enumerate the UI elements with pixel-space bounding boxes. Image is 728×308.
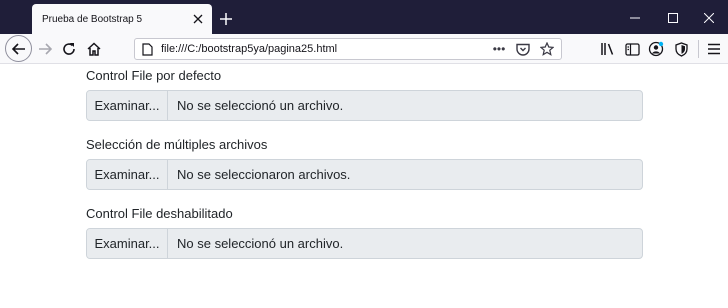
- minimize-icon[interactable]: [625, 8, 645, 28]
- toolbar-divider: [698, 40, 699, 58]
- tab-strip: Prueba de Bootstrap 5: [0, 0, 728, 34]
- browse-button[interactable]: Examinar...: [87, 91, 168, 120]
- browse-button[interactable]: Examinar...: [87, 160, 168, 189]
- file-status-text: No se seleccionó un archivo.: [177, 98, 344, 113]
- file-input-default[interactable]: Examinar... No se seleccionó un archivo.: [86, 90, 643, 121]
- library-icon[interactable]: [596, 37, 620, 61]
- url-text[interactable]: file:///C:/bootstrap5ya/pagina25.html: [161, 43, 491, 55]
- page-actions-menu-icon[interactable]: •••: [491, 41, 507, 57]
- file-label-default: Control File por defecto: [86, 68, 222, 83]
- browse-button-disabled: Examinar...: [87, 229, 168, 258]
- page-content: Control File por defecto Examinar... No …: [0, 64, 728, 308]
- new-tab-plus-icon[interactable]: [216, 9, 236, 29]
- tab-title: Prueba de Bootstrap 5: [42, 13, 143, 25]
- page-icon: [142, 42, 154, 56]
- navigation-toolbar: file:///C:/bootstrap5ya/pagina25.html ••…: [0, 34, 728, 64]
- file-label-disabled: Control File deshabilitado: [86, 206, 233, 221]
- tab-close-icon[interactable]: [188, 9, 208, 29]
- maximize-icon[interactable]: [663, 8, 683, 28]
- reload-icon[interactable]: [57, 37, 81, 61]
- file-input-disabled: Examinar... No se seleccionó un archivo.: [86, 228, 643, 259]
- file-input-multiple[interactable]: Examinar... No se seleccionaron archivos…: [86, 159, 643, 190]
- file-label-multiple: Selección de múltiples archivos: [86, 137, 268, 152]
- sidebar-icon[interactable]: [620, 37, 644, 61]
- account-icon[interactable]: [644, 37, 668, 61]
- home-icon[interactable]: [82, 37, 106, 61]
- window-close-icon[interactable]: [699, 8, 719, 28]
- forward-arrow-icon[interactable]: [33, 37, 57, 61]
- address-bar[interactable]: file:///C:/bootstrap5ya/pagina25.html ••…: [134, 38, 562, 60]
- tab-active[interactable]: Prueba de Bootstrap 5: [32, 4, 212, 34]
- file-status-text: No se seleccionaron archivos.: [177, 167, 351, 182]
- hamburger-menu-icon[interactable]: [702, 37, 726, 61]
- bookmark-star-icon[interactable]: [539, 41, 555, 57]
- file-status-text: No se seleccionó un archivo.: [177, 236, 344, 251]
- back-arrow-icon[interactable]: [5, 35, 32, 62]
- shield-icon[interactable]: [669, 37, 693, 61]
- pocket-icon[interactable]: [515, 41, 531, 57]
